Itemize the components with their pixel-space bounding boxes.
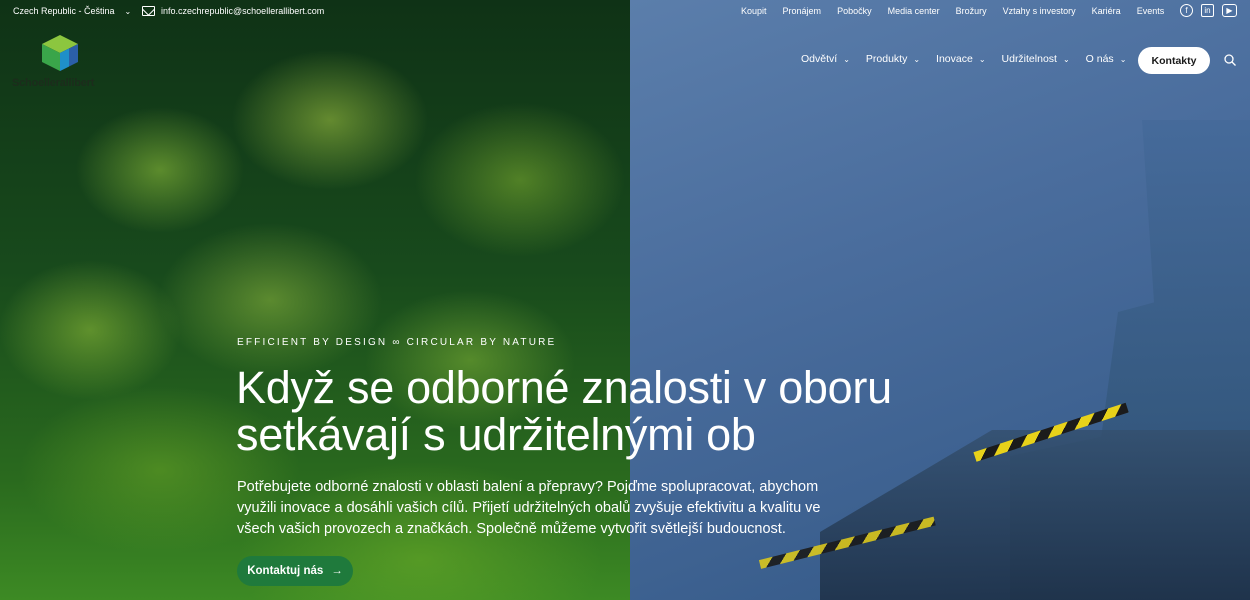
chevron-down-icon: ⌄	[978, 54, 986, 64]
cta-label: Kontaktuj nás	[247, 565, 324, 577]
nav-item-label: Odvětví	[801, 53, 838, 65]
nav-item-odvetvi[interactable]: Odvětví ⌄	[801, 53, 850, 65]
top-link-brozury[interactable]: Brožury	[956, 6, 987, 16]
youtube-icon[interactable]: ▶	[1222, 4, 1237, 17]
linkedin-icon[interactable]: in	[1201, 4, 1214, 17]
nav-item-o-nas[interactable]: O nás ⌄	[1086, 53, 1127, 65]
language-selector[interactable]: Czech Republic - Čeština ⌄	[13, 6, 131, 16]
top-link-investors[interactable]: Vztahy s investory	[1003, 6, 1076, 16]
nav-item-udrzitelnost[interactable]: Udržitelnost ⌄	[1002, 53, 1070, 65]
top-link-pronajem[interactable]: Pronájem	[783, 6, 822, 16]
top-link-pobocky[interactable]: Pobočky	[837, 6, 872, 16]
hero-lead: Potřebujete odborné znalosti v oblasti b…	[237, 479, 821, 537]
main-nav: Odvětví ⌄ Produkty ⌄ Inovace ⌄ Udržiteln…	[801, 53, 1126, 65]
chevron-down-icon: ⌄	[843, 54, 850, 64]
top-link-events[interactable]: Events	[1137, 6, 1165, 16]
top-bar: Czech Republic - Čeština ⌄ info.czechrep…	[0, 0, 1250, 24]
top-link-koupit[interactable]: Koupit	[741, 6, 767, 16]
chevron-down-icon: ⌄	[1062, 54, 1070, 64]
language-label: Czech Republic - Čeština	[13, 6, 115, 16]
chevron-down-icon: ⌄	[1119, 54, 1127, 64]
nav-item-label: Udržitelnost	[1001, 53, 1057, 65]
facebook-icon[interactable]: f	[1180, 4, 1193, 17]
contact-us-button[interactable]: Kontaktuj nás →	[237, 556, 353, 586]
chevron-down-icon: ⌄	[913, 54, 921, 64]
top-link-kariera[interactable]: Kariéra	[1092, 6, 1121, 16]
contact-button[interactable]: Kontakty	[1138, 47, 1210, 74]
logo[interactable]: Schoellerallibert	[12, 35, 112, 90]
nav-item-label: Produkty	[865, 53, 908, 65]
email-link[interactable]: info.czechrepublic@schoellerallibert.com	[142, 6, 324, 16]
nav-item-label: O nás	[1085, 53, 1114, 65]
email-address: info.czechrepublic@schoellerallibert.com	[161, 6, 325, 16]
hero-headline: Když se odborné znalosti v oboru setkáva…	[236, 362, 892, 460]
hero-eyebrow: EFFICIENT BY DESIGN ∞ CIRCULAR BY NATURE	[237, 337, 557, 348]
top-link-media-center[interactable]: Media center	[888, 6, 940, 16]
logo-mark-icon	[42, 35, 78, 71]
nav-item-label: Inovace	[936, 53, 973, 65]
logo-text: Schoellerallibert	[12, 77, 95, 89]
chevron-down-icon: ⌄	[124, 6, 132, 16]
mail-icon	[142, 6, 155, 16]
nav-item-produkty[interactable]: Produkty ⌄	[866, 53, 920, 65]
nav-item-inovace[interactable]: Inovace ⌄	[936, 53, 985, 65]
top-links: Koupit Pronájem Pobočky Media center Bro…	[741, 6, 1164, 16]
social-links: f in ▶	[1180, 4, 1237, 17]
search-icon[interactable]	[1224, 54, 1236, 66]
arrow-right-icon: →	[331, 565, 343, 577]
